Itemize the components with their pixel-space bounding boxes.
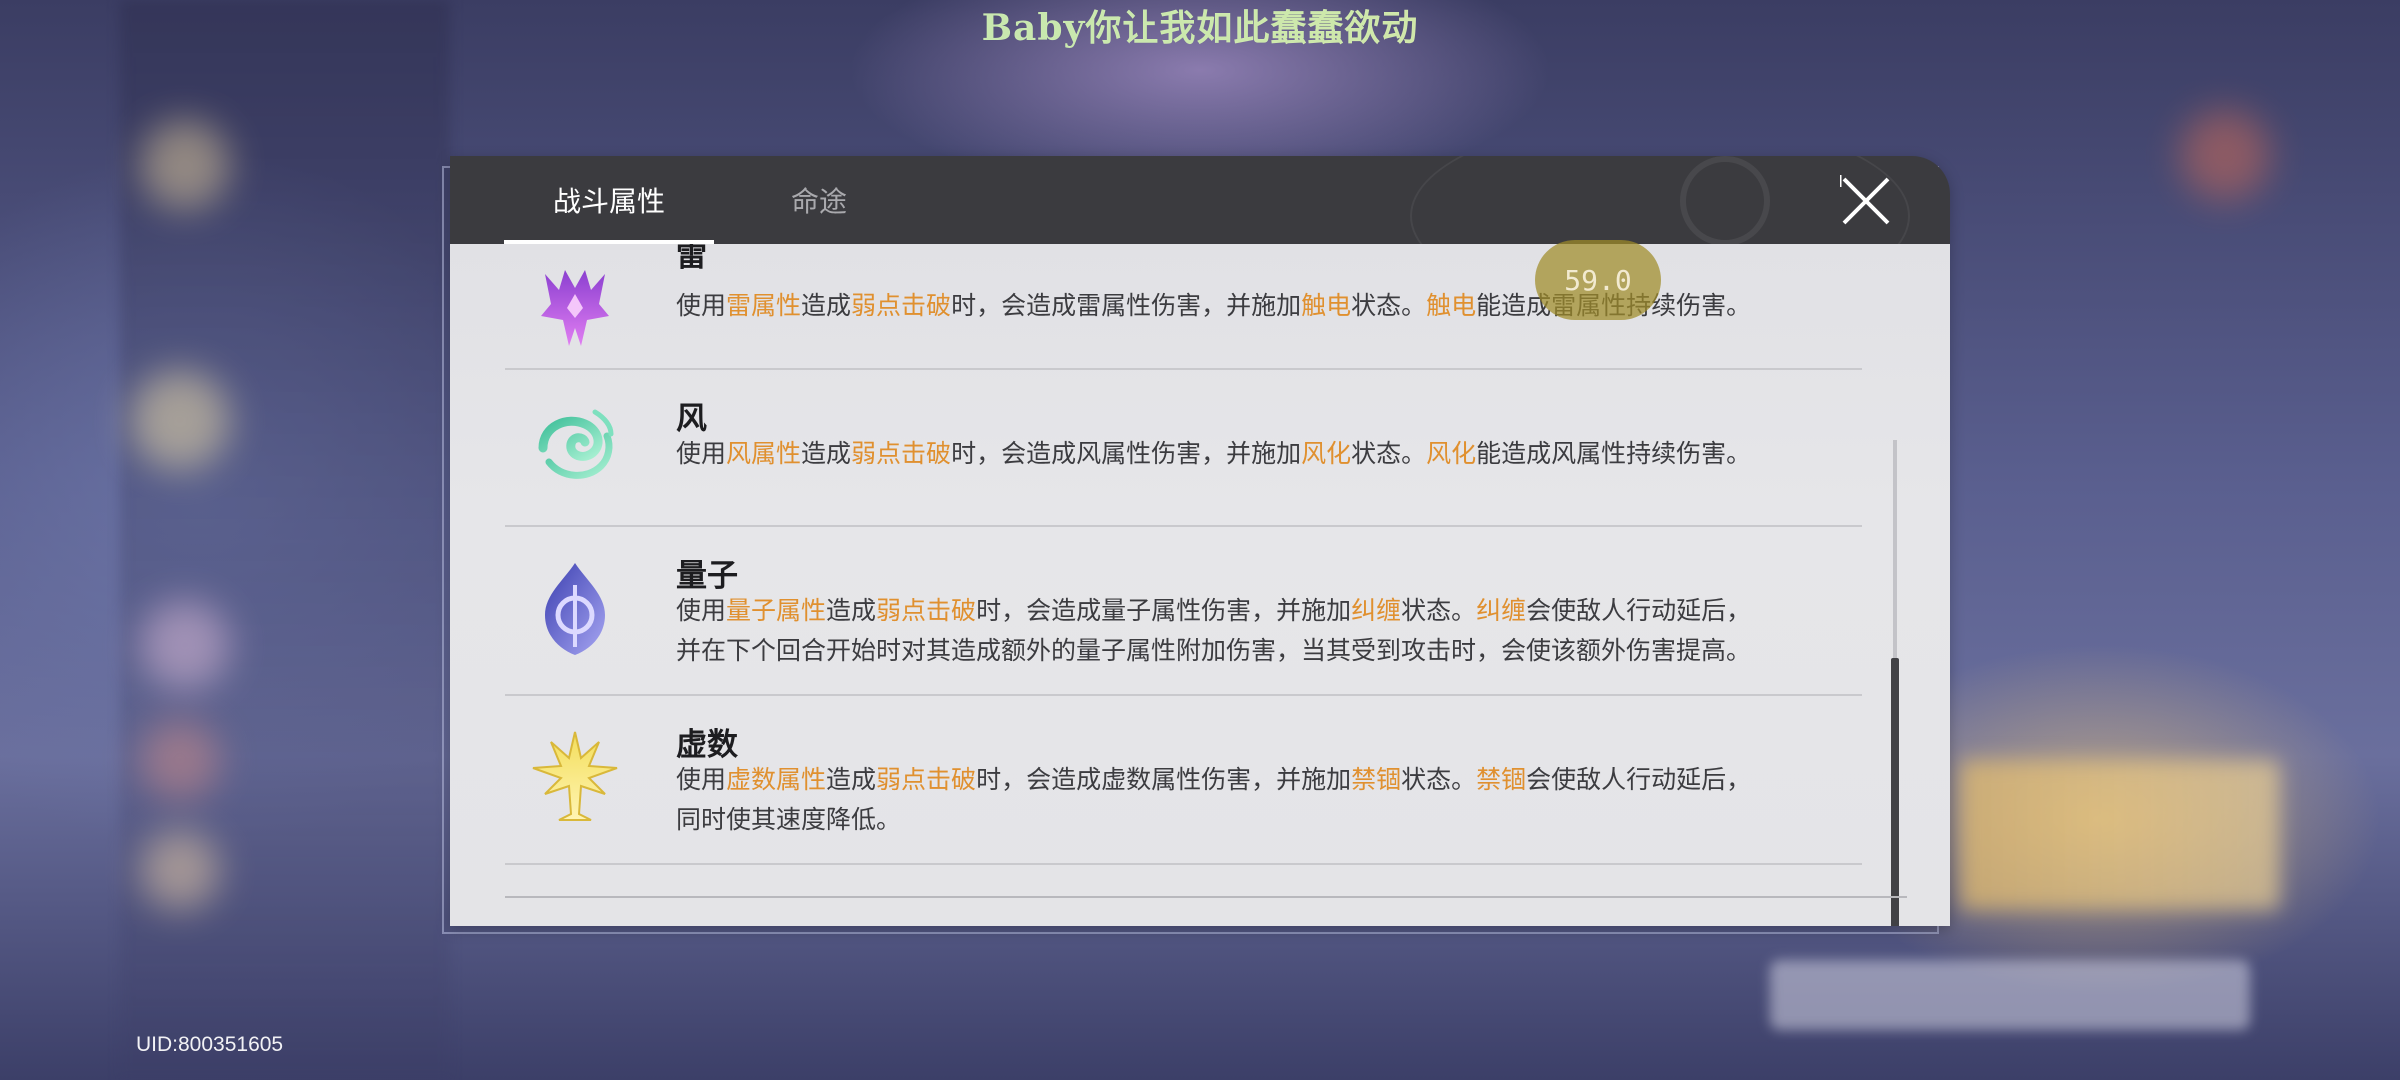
desc-text: 造成 — [801, 291, 852, 320]
desc-text: 状态。 — [1401, 596, 1477, 625]
list-item: 雷 使用雷属性造成弱点击破时，会造成雷属性伤害，并施加触电状态。触电能造成雷属性… — [505, 244, 1862, 370]
element-name: 量子 — [676, 558, 738, 594]
desc-highlight: 弱点击破 — [876, 596, 977, 625]
background-blob — [140, 120, 230, 210]
background-blob — [140, 720, 220, 800]
desc-text: 时，会造成量子属性伤害，并施加 — [976, 596, 1352, 625]
desc-text: 会使敌人行动延后， — [1526, 596, 1752, 625]
element-description: 使用虚数属性造成弱点击破时，会造成虚数属性伤害，并施加禁锢状态。禁锢会使敌人行动… — [676, 760, 1856, 840]
wind-element-icon — [525, 396, 625, 496]
desc-text: 状态。 — [1351, 291, 1427, 320]
header-decoration — [1680, 156, 1770, 246]
element-name: 雷 — [676, 244, 707, 274]
close-x-icon — [1838, 175, 1890, 225]
background-blob — [130, 370, 230, 470]
desc-text: 使用 — [676, 765, 727, 794]
desc-highlight: 弱点击破 — [876, 765, 977, 794]
desc-text: 状态。 — [1351, 439, 1427, 468]
overlay-caption: Baby你让我如此蠢蠢欲动 — [0, 0, 2400, 50]
desc-text: 造成 — [826, 596, 877, 625]
tab-path[interactable]: 命途 — [714, 156, 924, 244]
element-description: 使用雷属性造成弱点击破时，会造成雷属性伤害，并施加触电状态。触电能造成雷属性持续… — [676, 286, 1856, 326]
desc-highlight: 虚数属性 — [726, 765, 827, 794]
desc-text: 时，会造成雷属性伤害，并施加 — [951, 291, 1302, 320]
element-description: 使用风属性造成弱点击破时，会造成风属性伤害，并施加风化状态。风化能造成风属性持续… — [676, 434, 1856, 474]
desc-text: 并在下个回合开始时对其造成额外的量子属性附加伤害，当其受到攻击时，会使该额外伤害… — [676, 636, 1752, 665]
list-item: 虚数 使用虚数属性造成弱点击破时，会造成虚数属性伤害，并施加禁锢状态。禁锢会使敌… — [505, 696, 1862, 865]
desc-highlight: 风化 — [1426, 439, 1477, 468]
desc-text: 同时使其速度降低。 — [676, 805, 902, 834]
background-card — [1960, 760, 2280, 910]
imaginary-element-icon — [525, 728, 625, 828]
list-item: 风 使用风属性造成弱点击破时，会造成风属性伤害，并施加风化状态。风化能造成风属性… — [505, 370, 1862, 527]
element-info-panel: 战斗属性 命途 雷 使用雷属性造成弱点击破时，会造成雷属性伤害，并施加触电状态。… — [450, 156, 1950, 926]
desc-highlight: 禁锢 — [1351, 765, 1402, 794]
desc-text: 时，会造成风属性伤害，并施加 — [951, 439, 1302, 468]
desc-text: 能造成风属性持续伤害。 — [1476, 439, 1752, 468]
element-list-viewport[interactable]: 雷 使用雷属性造成弱点击破时，会造成雷属性伤害，并施加触电状态。触电能造成雷属性… — [450, 244, 1950, 926]
background-blob — [140, 600, 230, 690]
panel-header: 战斗属性 命途 — [450, 156, 1950, 316]
uid-label: UID:800351605 — [136, 1033, 284, 1056]
quantum-element-icon — [525, 559, 625, 659]
list-item: 量子 使用量子属性造成弱点击破时，会造成量子属性伤害，并施加纠缠状态。纠缠会使敌… — [505, 527, 1862, 696]
desc-highlight: 风属性 — [726, 439, 802, 468]
desc-highlight: 弱点击破 — [851, 439, 952, 468]
element-name: 风 — [676, 401, 707, 437]
desc-text: 状态。 — [1401, 765, 1477, 794]
desc-text: 时，会造成虚数属性伤害，并施加 — [976, 765, 1352, 794]
desc-highlight: 禁锢 — [1476, 765, 1527, 794]
background-blob — [140, 830, 220, 910]
desc-text: 使用 — [676, 596, 727, 625]
fps-badge: 59.0 — [1535, 240, 1661, 320]
desc-highlight: 雷属性 — [726, 291, 802, 320]
element-description: 使用量子属性造成弱点击破时，会造成量子属性伤害，并施加纠缠状态。纠缠会使敌人行动… — [676, 591, 1856, 671]
desc-highlight: 纠缠 — [1476, 596, 1527, 625]
close-button[interactable] — [1838, 175, 1892, 227]
desc-highlight: 量子属性 — [726, 596, 827, 625]
tab-combat-attributes[interactable]: 战斗属性 — [504, 156, 714, 244]
desc-text: 使用 — [676, 439, 727, 468]
desc-text: 使用 — [676, 291, 727, 320]
desc-highlight: 纠缠 — [1351, 596, 1402, 625]
lightning-element-icon — [525, 256, 625, 356]
background-blob — [2180, 110, 2270, 200]
desc-text: 会使敌人行动延后， — [1526, 765, 1752, 794]
background-bar — [1770, 960, 2250, 1030]
desc-highlight: 触电 — [1426, 291, 1477, 320]
desc-highlight: 触电 — [1301, 291, 1352, 320]
desc-text: 造成 — [826, 765, 877, 794]
element-name: 虚数 — [676, 727, 738, 763]
desc-text: 造成 — [801, 439, 852, 468]
desc-highlight: 弱点击破 — [851, 291, 952, 320]
scrollbar-thumb[interactable] — [1891, 658, 1899, 926]
desc-highlight: 风化 — [1301, 439, 1352, 468]
panel-bottom-divider — [505, 896, 1907, 898]
